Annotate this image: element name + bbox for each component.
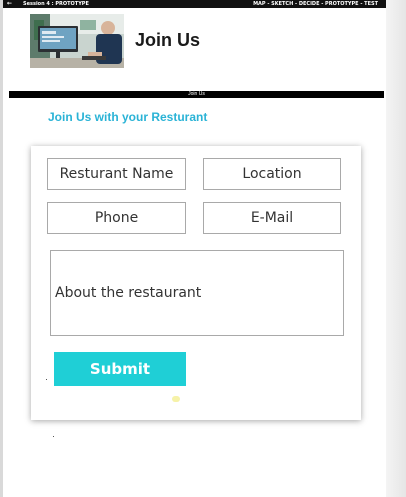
- session-label: Session 4 : PROTOTYPE: [23, 1, 89, 7]
- restaurant-name-field[interactable]: Resturant Name: [47, 158, 186, 190]
- back-arrow-icon[interactable]: ←: [7, 0, 12, 8]
- top-bar: ← Session 4 : PROTOTYPE MAP - SKETCH - D…: [3, 0, 386, 8]
- decorative-speck: [46, 379, 47, 380]
- process-label: MAP - SKETCH - DECIDE - PROTOTYPE - TEST: [253, 1, 378, 7]
- page-header: Join Us: [3, 8, 386, 86]
- phone-field[interactable]: Phone: [47, 202, 186, 234]
- window-frame-right: [386, 0, 406, 497]
- email-field[interactable]: E-Mail: [203, 202, 341, 234]
- about-restaurant-field[interactable]: About the restaurant: [50, 250, 344, 336]
- hero-image: [30, 14, 124, 68]
- section-bar: Join Us: [9, 91, 384, 98]
- location-field[interactable]: Location: [203, 158, 341, 190]
- decorative-speck: [53, 436, 54, 437]
- submit-button[interactable]: Submit: [54, 352, 186, 386]
- cursor-highlight: [172, 396, 180, 402]
- form-heading: Join Us with your Resturant: [48, 110, 208, 124]
- office-photo-icon: [30, 14, 124, 68]
- page-title: Join Us: [135, 30, 201, 50]
- join-form-card: Resturant Name Location Phone E-Mail Abo…: [31, 146, 361, 420]
